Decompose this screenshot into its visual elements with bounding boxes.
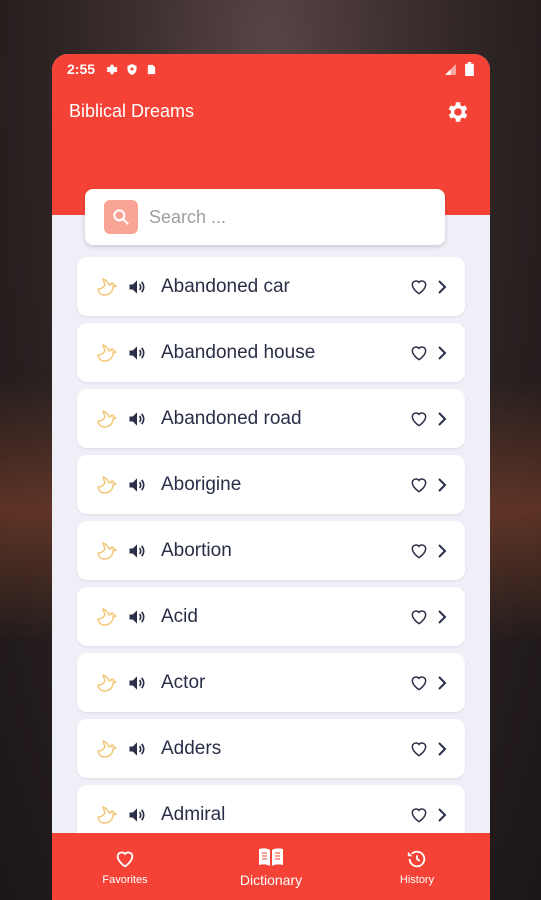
nav-dictionary[interactable]: Dictionary <box>198 833 344 900</box>
status-time: 2:55 <box>67 61 96 77</box>
dove-icon <box>97 277 117 296</box>
sd-card-status-icon <box>147 64 156 74</box>
list-item-label: Abandoned house <box>161 341 316 363</box>
speaker-icon[interactable] <box>127 739 147 759</box>
nav-label: Dictionary <box>239 871 303 888</box>
chevron-right-icon <box>438 807 447 822</box>
nav-history[interactable]: History <box>344 833 490 900</box>
chevron-right-icon <box>438 543 447 558</box>
heart-icon[interactable] <box>409 739 429 759</box>
list-item-label: Abortion <box>161 539 232 561</box>
dove-icon <box>97 607 117 626</box>
dream-list: Abandoned car Abandoned house Abandoned … <box>77 257 465 851</box>
list-item-label: Acid <box>161 605 198 627</box>
dove-icon <box>97 541 117 560</box>
list-item[interactable]: Acid <box>77 587 465 646</box>
speaker-icon[interactable] <box>127 277 147 297</box>
dove-icon <box>97 343 117 362</box>
shield-status-icon <box>127 63 137 75</box>
chevron-right-icon <box>438 279 447 294</box>
speaker-icon[interactable] <box>127 607 147 627</box>
heart-icon[interactable] <box>409 277 429 297</box>
heart-icon <box>116 851 134 867</box>
list-item-label: Actor <box>161 671 206 693</box>
bottom-nav: Favorites Dictionary History <box>52 833 490 900</box>
dove-icon <box>97 409 117 428</box>
list-item-label: Abandoned road <box>161 407 302 429</box>
list-item[interactable]: Abandoned house <box>77 323 465 382</box>
heart-icon[interactable] <box>409 541 429 561</box>
list-item-label: Adders <box>161 737 222 759</box>
list-item-label: Abandoned car <box>161 275 290 297</box>
chevron-right-icon <box>438 675 447 690</box>
search-bar[interactable] <box>85 189 445 245</box>
signal-icon <box>445 63 456 75</box>
list-item[interactable]: Aborigine <box>77 455 465 514</box>
speaker-icon[interactable] <box>127 475 147 495</box>
chevron-right-icon <box>438 609 447 624</box>
list-item[interactable]: Abortion <box>77 521 465 580</box>
speaker-icon[interactable] <box>127 541 147 561</box>
search-input[interactable] <box>149 206 429 228</box>
speaker-icon[interactable] <box>127 409 147 429</box>
heart-icon[interactable] <box>409 607 429 627</box>
heart-icon[interactable] <box>409 805 429 825</box>
chevron-right-icon <box>438 477 447 492</box>
gear-icon <box>448 102 468 122</box>
dove-icon <box>97 673 117 692</box>
nav-favorites[interactable]: Favorites <box>52 833 198 900</box>
settings-status-icon <box>106 64 118 74</box>
speaker-icon[interactable] <box>127 805 147 825</box>
speaker-icon[interactable] <box>127 673 147 693</box>
chevron-right-icon <box>438 345 447 360</box>
dove-icon <box>97 739 117 758</box>
search-icon-button[interactable] <box>104 200 138 234</box>
heart-icon[interactable] <box>409 343 429 363</box>
list-item[interactable]: Adders <box>77 719 465 778</box>
heart-icon[interactable] <box>409 673 429 693</box>
chevron-right-icon <box>438 411 447 426</box>
history-icon <box>407 850 426 867</box>
nav-label: Favorites <box>102 873 148 886</box>
app-title: Biblical Dreams <box>69 101 195 121</box>
list-item[interactable]: Abandoned car <box>77 257 465 316</box>
status-bar: 2:55 <box>52 54 490 84</box>
heart-icon[interactable] <box>409 475 429 495</box>
dove-icon <box>97 475 117 494</box>
list-item-label: Aborigine <box>161 473 242 495</box>
battery-icon <box>465 62 474 76</box>
settings-button[interactable] <box>444 98 472 126</box>
list-item[interactable]: Abandoned road <box>77 389 465 448</box>
nav-label: History <box>399 873 435 886</box>
heart-icon[interactable] <box>409 409 429 429</box>
list-item-label: Admiral <box>161 803 226 825</box>
app-window: 2:55 Biblical Dreams Search ... Abandone… <box>52 54 490 900</box>
search-icon <box>113 209 129 225</box>
book-icon <box>259 847 283 866</box>
chevron-right-icon <box>438 741 447 756</box>
dove-icon <box>97 805 117 824</box>
speaker-icon[interactable] <box>127 343 147 363</box>
list-item[interactable]: Actor <box>77 653 465 712</box>
